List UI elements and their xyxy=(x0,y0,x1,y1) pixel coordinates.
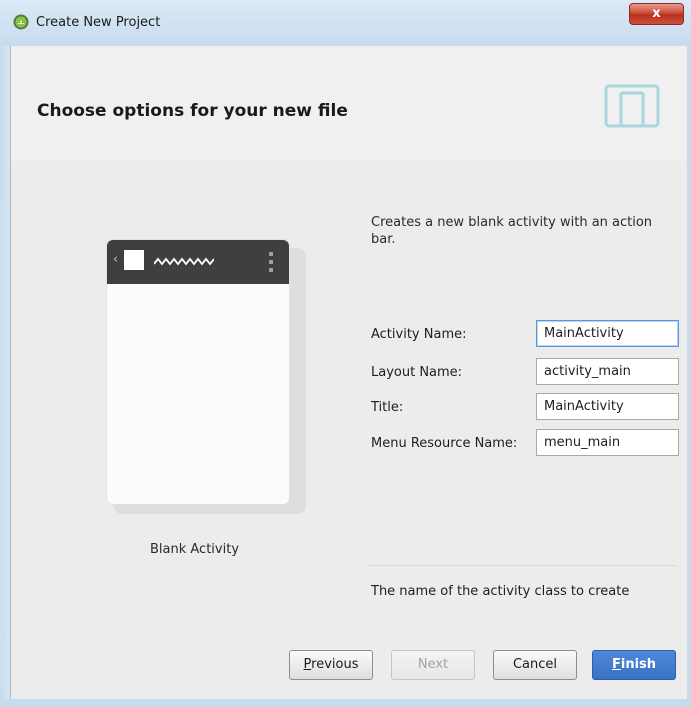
overflow-menu-icon xyxy=(269,252,273,272)
menu-resource-name-label: Menu Resource Name: xyxy=(371,436,518,451)
template-description: Creates a new blank activity with an act… xyxy=(371,215,653,247)
title-label: Title: xyxy=(371,400,404,415)
dialog-content: Choose options for your new file ‹ Blank… xyxy=(10,46,687,699)
page-title: Choose options for your new file xyxy=(37,101,348,121)
window-frame-bottom xyxy=(0,699,691,707)
preview-action-bar: ‹ xyxy=(107,240,289,284)
activity-name-input[interactable] xyxy=(536,320,679,347)
layout-name-label: Layout Name: xyxy=(371,365,463,380)
next-button[interactable]: Next xyxy=(391,650,475,680)
field-hint: The name of the activity class to create xyxy=(371,584,630,599)
next-label: Next xyxy=(417,657,449,672)
previous-button[interactable]: Previous xyxy=(289,650,373,680)
app-icon-placeholder xyxy=(124,250,144,270)
create-project-dialog: Create New Project x Choose options for … xyxy=(0,0,691,707)
window-frame-left xyxy=(0,46,10,707)
android-studio-icon xyxy=(13,14,29,30)
back-arrow-icon: ‹ xyxy=(113,252,119,267)
finish-label: inish xyxy=(620,657,657,672)
finish-button[interactable]: Finish xyxy=(592,650,676,680)
previous-label: revious xyxy=(311,657,359,672)
title-bar[interactable]: Create New Project x xyxy=(0,0,691,46)
separator xyxy=(369,565,677,566)
close-icon: x xyxy=(652,6,661,21)
template-name-label: Blank Activity xyxy=(150,542,240,557)
cancel-button[interactable]: Cancel xyxy=(493,650,577,680)
finish-mnemonic: F xyxy=(611,657,621,672)
window-title: Create New Project xyxy=(36,15,161,30)
menu-resource-name-input[interactable] xyxy=(536,429,679,456)
title-placeholder-icon xyxy=(154,257,214,266)
close-button[interactable]: x xyxy=(629,3,684,25)
cancel-label: Cancel xyxy=(512,657,558,672)
header-band: Choose options for your new file xyxy=(11,46,687,161)
activity-preview[interactable]: ‹ xyxy=(106,239,290,505)
layout-name-input[interactable] xyxy=(536,358,679,385)
tablet-phone-icon xyxy=(604,84,660,128)
activity-name-label: Activity Name: xyxy=(371,327,467,342)
title-input[interactable] xyxy=(536,393,679,420)
previous-mnemonic: P xyxy=(303,657,312,672)
